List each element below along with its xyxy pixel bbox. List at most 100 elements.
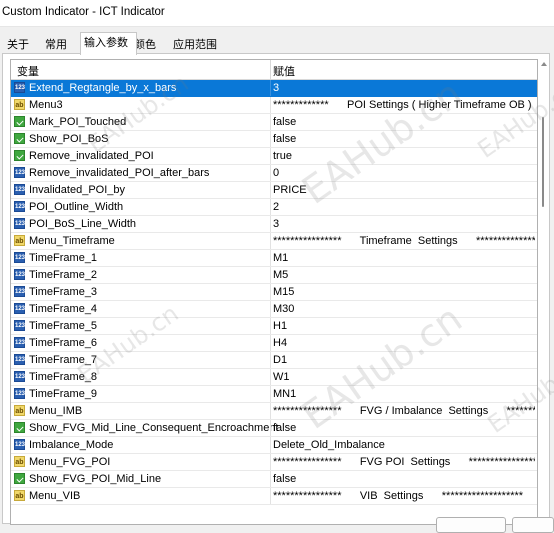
boolean-param-icon xyxy=(14,473,25,484)
numeric-param-icon: 123 xyxy=(14,337,25,348)
param-name: TimeFrame_5 xyxy=(29,320,98,332)
param-value[interactable]: Delete_Old_Imbalance xyxy=(273,439,535,451)
param-value[interactable]: M5 xyxy=(273,269,535,281)
string-param-icon: ab xyxy=(14,456,25,467)
param-name: Menu_Timeframe xyxy=(29,235,115,247)
param-name: TimeFrame_8 xyxy=(29,371,98,383)
param-row[interactable]: 123 TimeFrame_4 M30 xyxy=(11,301,537,318)
numeric-param-icon: 123 xyxy=(14,269,25,280)
param-value[interactable]: false xyxy=(273,473,535,485)
param-name: POI_BoS_Line_Width xyxy=(29,218,137,230)
column-divider xyxy=(270,114,271,130)
column-divider xyxy=(270,284,271,300)
string-param-icon: ab xyxy=(14,235,25,246)
param-row[interactable]: 123 TimeFrame_2 M5 xyxy=(11,267,537,284)
numeric-param-icon: 123 xyxy=(14,218,25,229)
param-value[interactable]: H4 xyxy=(273,337,535,349)
param-value[interactable]: false xyxy=(273,422,535,434)
param-value[interactable]: **************** FVG / Imbalance Setting… xyxy=(273,405,535,417)
param-name: Menu3 xyxy=(29,99,63,111)
numeric-param-icon: 123 xyxy=(14,286,25,297)
param-row[interactable]: ab Menu_FVG_POI **************** FVG POI S… xyxy=(11,454,537,471)
window-title: Custom Indicator - ICT Indicator xyxy=(2,6,165,18)
param-row[interactable]: 123 TimeFrame_8 W1 xyxy=(11,369,537,386)
param-value[interactable]: 3 xyxy=(273,218,535,230)
param-row[interactable]: 123 POI_BoS_Line_Width 3 xyxy=(11,216,537,233)
column-divider xyxy=(270,318,271,334)
inputs-panel: 变量 赋值 123 Extend_Regtangle_by_x_bars 3 ab Me… xyxy=(2,53,550,525)
param-row[interactable]: ab Menu_VIB **************** VIB Settings … xyxy=(11,488,537,505)
header-divider[interactable] xyxy=(270,60,271,79)
param-row[interactable]: 123 TimeFrame_6 H4 xyxy=(11,335,537,352)
param-name: Extend_Regtangle_by_x_bars xyxy=(29,82,177,94)
param-row[interactable]: ab Menu3 ************* POI Settings ( High… xyxy=(11,97,537,114)
param-row[interactable]: Show_FVG_Mid_Line_Consequent_Encroachmen… xyxy=(11,420,537,437)
column-divider xyxy=(270,131,271,147)
column-divider xyxy=(270,267,271,283)
param-name: Imbalance_Mode xyxy=(29,439,114,451)
param-value[interactable]: M1 xyxy=(273,252,535,264)
param-row[interactable]: 123 TimeFrame_7 D1 xyxy=(11,352,537,369)
param-name: Remove_invalidated_POI_after_bars xyxy=(29,167,210,179)
param-row[interactable]: 123 Imbalance_Mode Delete_Old_Imbalance xyxy=(11,437,537,454)
tab-visualization[interactable]: 应用范围 xyxy=(170,36,220,54)
param-row[interactable]: 123 Extend_Regtangle_by_x_bars 3 xyxy=(11,80,537,97)
column-divider xyxy=(270,182,271,198)
param-value[interactable]: 3 xyxy=(273,82,535,94)
header-value[interactable]: 赋值 xyxy=(273,63,295,79)
tab-about[interactable]: 关于 xyxy=(4,36,32,54)
param-value[interactable]: W1 xyxy=(273,371,535,383)
scroll-thumb[interactable] xyxy=(542,117,544,207)
column-divider xyxy=(270,369,271,385)
param-row[interactable]: Mark_POI_Touched false xyxy=(11,114,537,131)
numeric-param-icon: 123 xyxy=(14,388,25,399)
column-divider xyxy=(270,488,271,504)
param-value[interactable]: **************** VIB Settings **********… xyxy=(273,490,535,502)
numeric-param-icon: 123 xyxy=(14,303,25,314)
param-name: Menu_VIB xyxy=(29,490,81,502)
param-value[interactable]: PRICE xyxy=(273,184,535,196)
tab-common[interactable]: 常用 xyxy=(42,36,70,54)
param-row[interactable]: 123 TimeFrame_9 MN1 xyxy=(11,386,537,403)
param-name: Show_POI_BoS xyxy=(29,133,109,145)
scroll-up-arrow-icon[interactable] xyxy=(541,62,547,66)
param-row[interactable]: 123 TimeFrame_3 M15 xyxy=(11,284,537,301)
param-row[interactable]: 123 TimeFrame_5 H1 xyxy=(11,318,537,335)
param-value[interactable]: 2 xyxy=(273,201,535,213)
param-row[interactable]: ab Menu_IMB **************** FVG / Imbalan… xyxy=(11,403,537,420)
boolean-param-icon xyxy=(14,422,25,433)
param-name: TimeFrame_1 xyxy=(29,252,98,264)
boolean-param-icon xyxy=(14,150,25,161)
tab-inputs[interactable]: 输入参数 xyxy=(80,32,137,55)
numeric-param-icon: 123 xyxy=(14,167,25,178)
param-value[interactable]: **************** Timeframe Settings ****… xyxy=(273,235,535,247)
numeric-param-icon: 123 xyxy=(14,201,25,212)
param-row[interactable]: 123 Invalidated_POI_by PRICE xyxy=(11,182,537,199)
param-value[interactable]: D1 xyxy=(273,354,535,366)
param-row[interactable]: Show_FVG_POI_Mid_Line false xyxy=(11,471,537,488)
param-value[interactable]: false xyxy=(273,116,535,128)
param-value[interactable]: H1 xyxy=(273,320,535,332)
param-row[interactable]: Show_POI_BoS false xyxy=(11,131,537,148)
param-name: Invalidated_POI_by xyxy=(29,184,126,196)
param-value[interactable]: false xyxy=(273,133,535,145)
param-value[interactable]: **************** FVG POI Settings ******… xyxy=(273,456,535,468)
param-name: TimeFrame_3 xyxy=(29,286,98,298)
param-value[interactable]: true xyxy=(273,150,535,162)
param-row[interactable]: 123 POI_Outline_Width 2 xyxy=(11,199,537,216)
param-row[interactable]: 123 TimeFrame_1 M1 xyxy=(11,250,537,267)
param-value[interactable]: ************* POI Settings ( Higher Time… xyxy=(273,99,535,111)
param-row[interactable]: 123 Remove_invalidated_POI_after_bars 0 xyxy=(11,165,537,182)
header-variable[interactable]: 变量 xyxy=(17,63,39,79)
param-name: Remove_invalidated_POI xyxy=(29,150,154,162)
param-row[interactable]: ab Menu_Timeframe **************** Timefra… xyxy=(11,233,537,250)
param-value[interactable]: M30 xyxy=(273,303,535,315)
param-value[interactable]: 0 xyxy=(273,167,535,179)
ok-button[interactable] xyxy=(436,517,506,533)
param-value[interactable]: M15 xyxy=(273,286,535,298)
param-value[interactable]: MN1 xyxy=(273,388,535,400)
param-row[interactable]: Remove_invalidated_POI true xyxy=(11,148,537,165)
vertical-scrollbar[interactable] xyxy=(539,59,548,525)
param-name: Mark_POI_Touched xyxy=(29,116,127,128)
cancel-button[interactable] xyxy=(512,517,554,533)
